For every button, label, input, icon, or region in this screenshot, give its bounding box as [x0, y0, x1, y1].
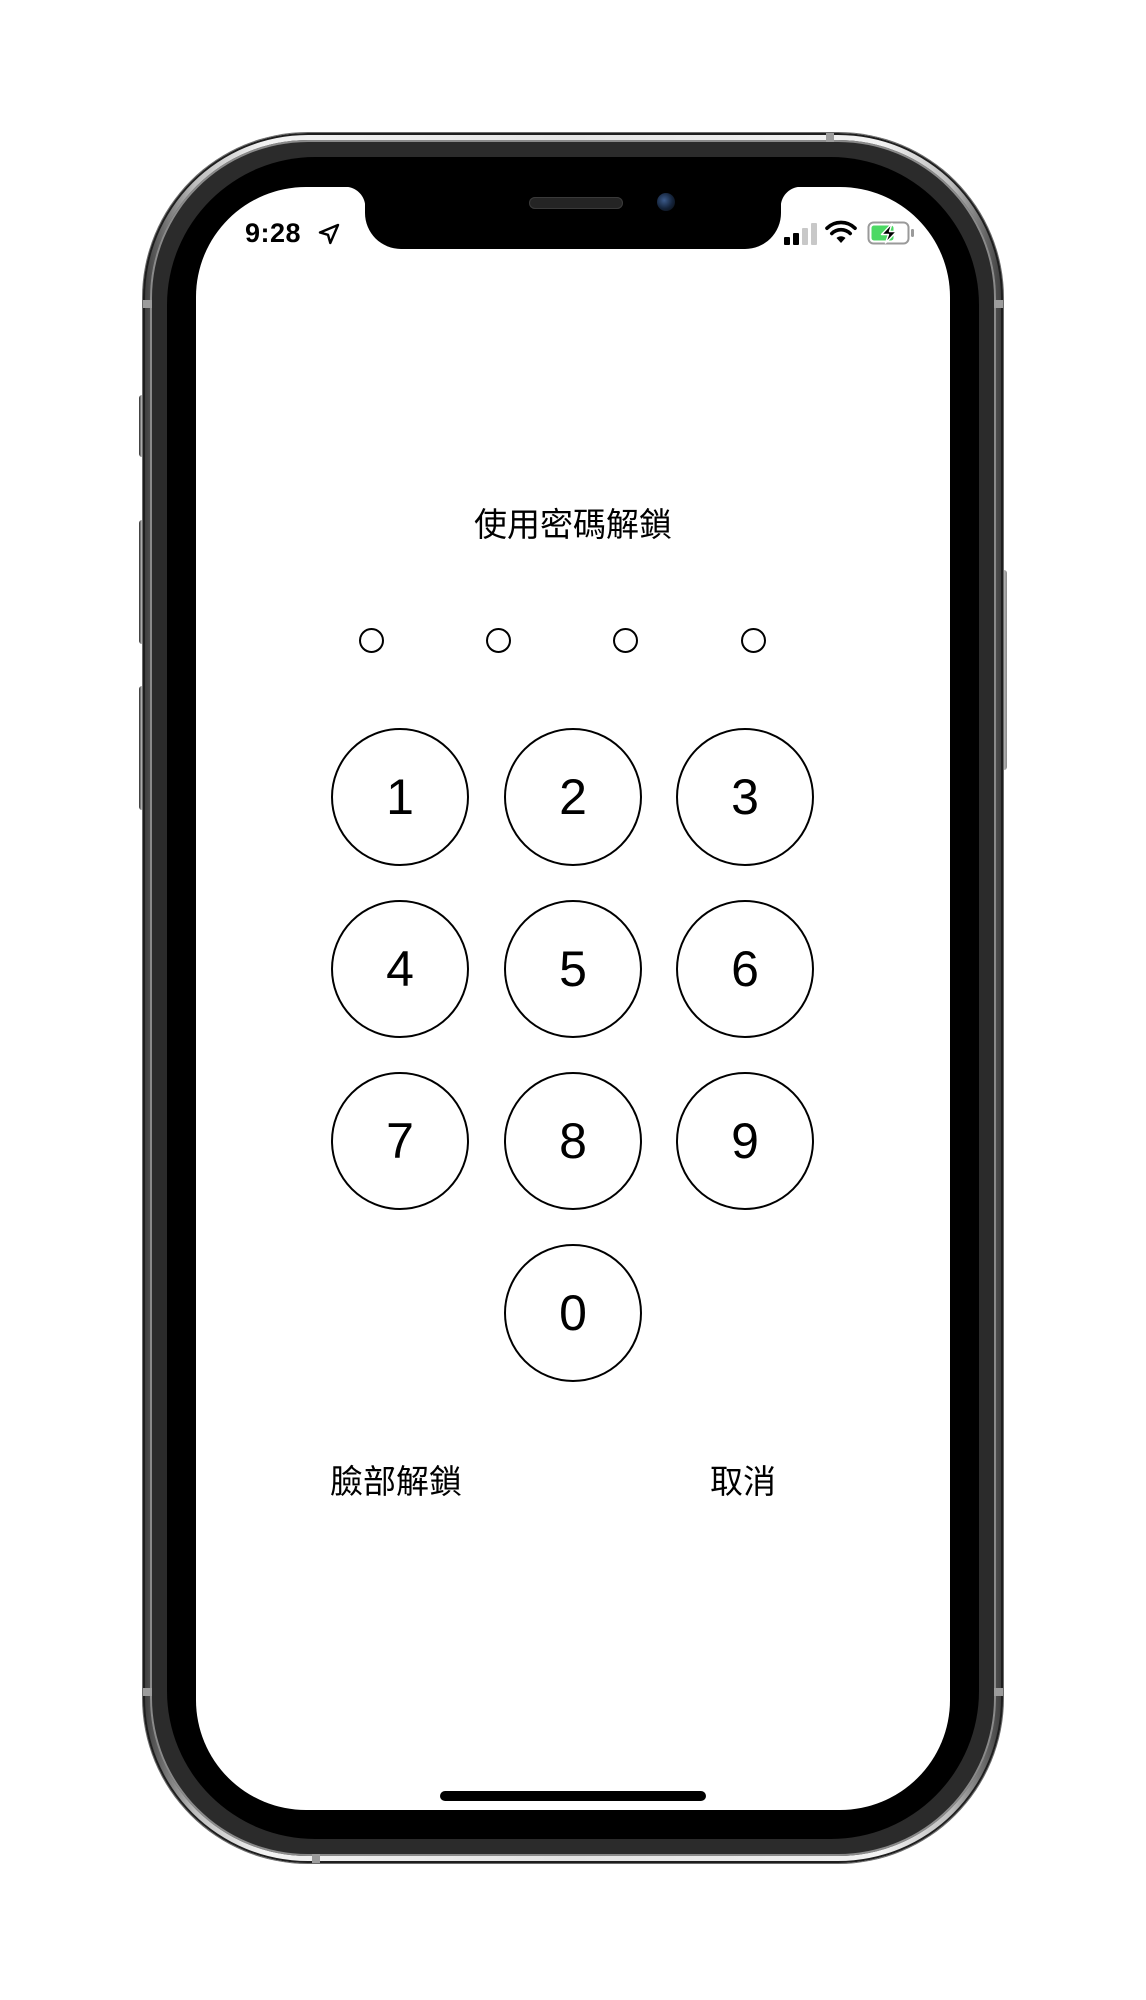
keypad-key-label: 9: [731, 1113, 759, 1169]
keypad-key-label: 2: [559, 769, 587, 825]
cellular-signal-icon: [784, 223, 817, 245]
antenna-line-left-top: [143, 300, 152, 308]
passcode-dot: [359, 628, 384, 653]
keypad-key-label: 4: [386, 941, 414, 997]
antenna-line-left-bottom: [143, 1688, 152, 1696]
wifi-icon: [825, 220, 857, 243]
antenna-line-right-bottom: [994, 1688, 1003, 1696]
keypad-key-7[interactable]: 7: [331, 1072, 469, 1210]
passcode-dot: [613, 628, 638, 653]
cancel-button[interactable]: 取消: [710, 1455, 776, 1503]
status-time: 9:28: [245, 218, 302, 248]
keypad-key-label: 5: [559, 941, 587, 997]
location-arrow-icon: [318, 223, 340, 245]
battery-charging-icon: [867, 221, 914, 245]
keypad-key-label: 1: [386, 769, 414, 825]
notch: [345, 187, 801, 249]
keypad-key-8[interactable]: 8: [504, 1072, 642, 1210]
keypad-key-9[interactable]: 9: [676, 1072, 814, 1210]
passcode-dots: [196, 628, 950, 658]
keypad-key-label: 7: [386, 1113, 414, 1169]
front-camera: [657, 193, 675, 211]
keypad-key-6[interactable]: 6: [676, 900, 814, 1038]
keypad-key-4[interactable]: 4: [331, 900, 469, 1038]
keypad-key-label: 0: [559, 1285, 587, 1341]
keypad-key-label: 8: [559, 1113, 587, 1169]
passcode-prompt: 使用密碼解鎖: [474, 505, 672, 544]
keypad-key-label: 6: [731, 941, 759, 997]
keypad-key-3[interactable]: 3: [676, 728, 814, 866]
keypad-key-2[interactable]: 2: [504, 728, 642, 866]
keypad-key-1[interactable]: 1: [331, 728, 469, 866]
keypad-key-5[interactable]: 5: [504, 900, 642, 1038]
antenna-line-top: [826, 133, 834, 142]
antenna-line-right-top: [994, 300, 1003, 308]
lock-screen: 9:28 使用密碼解鎖 1 2 3 4 5 6 7 8 9 0 臉部解鎖 取消: [196, 187, 950, 1810]
home-indicator[interactable]: [440, 1791, 706, 1801]
keypad-key-label: 3: [731, 769, 759, 825]
passcode-dot: [486, 628, 511, 653]
passcode-dot: [741, 628, 766, 653]
keypad-key-0[interactable]: 0: [504, 1244, 642, 1382]
face-unlock-button[interactable]: 臉部解鎖: [330, 1455, 462, 1503]
earpiece-speaker: [529, 197, 623, 209]
antenna-line-bottom: [312, 1854, 320, 1863]
